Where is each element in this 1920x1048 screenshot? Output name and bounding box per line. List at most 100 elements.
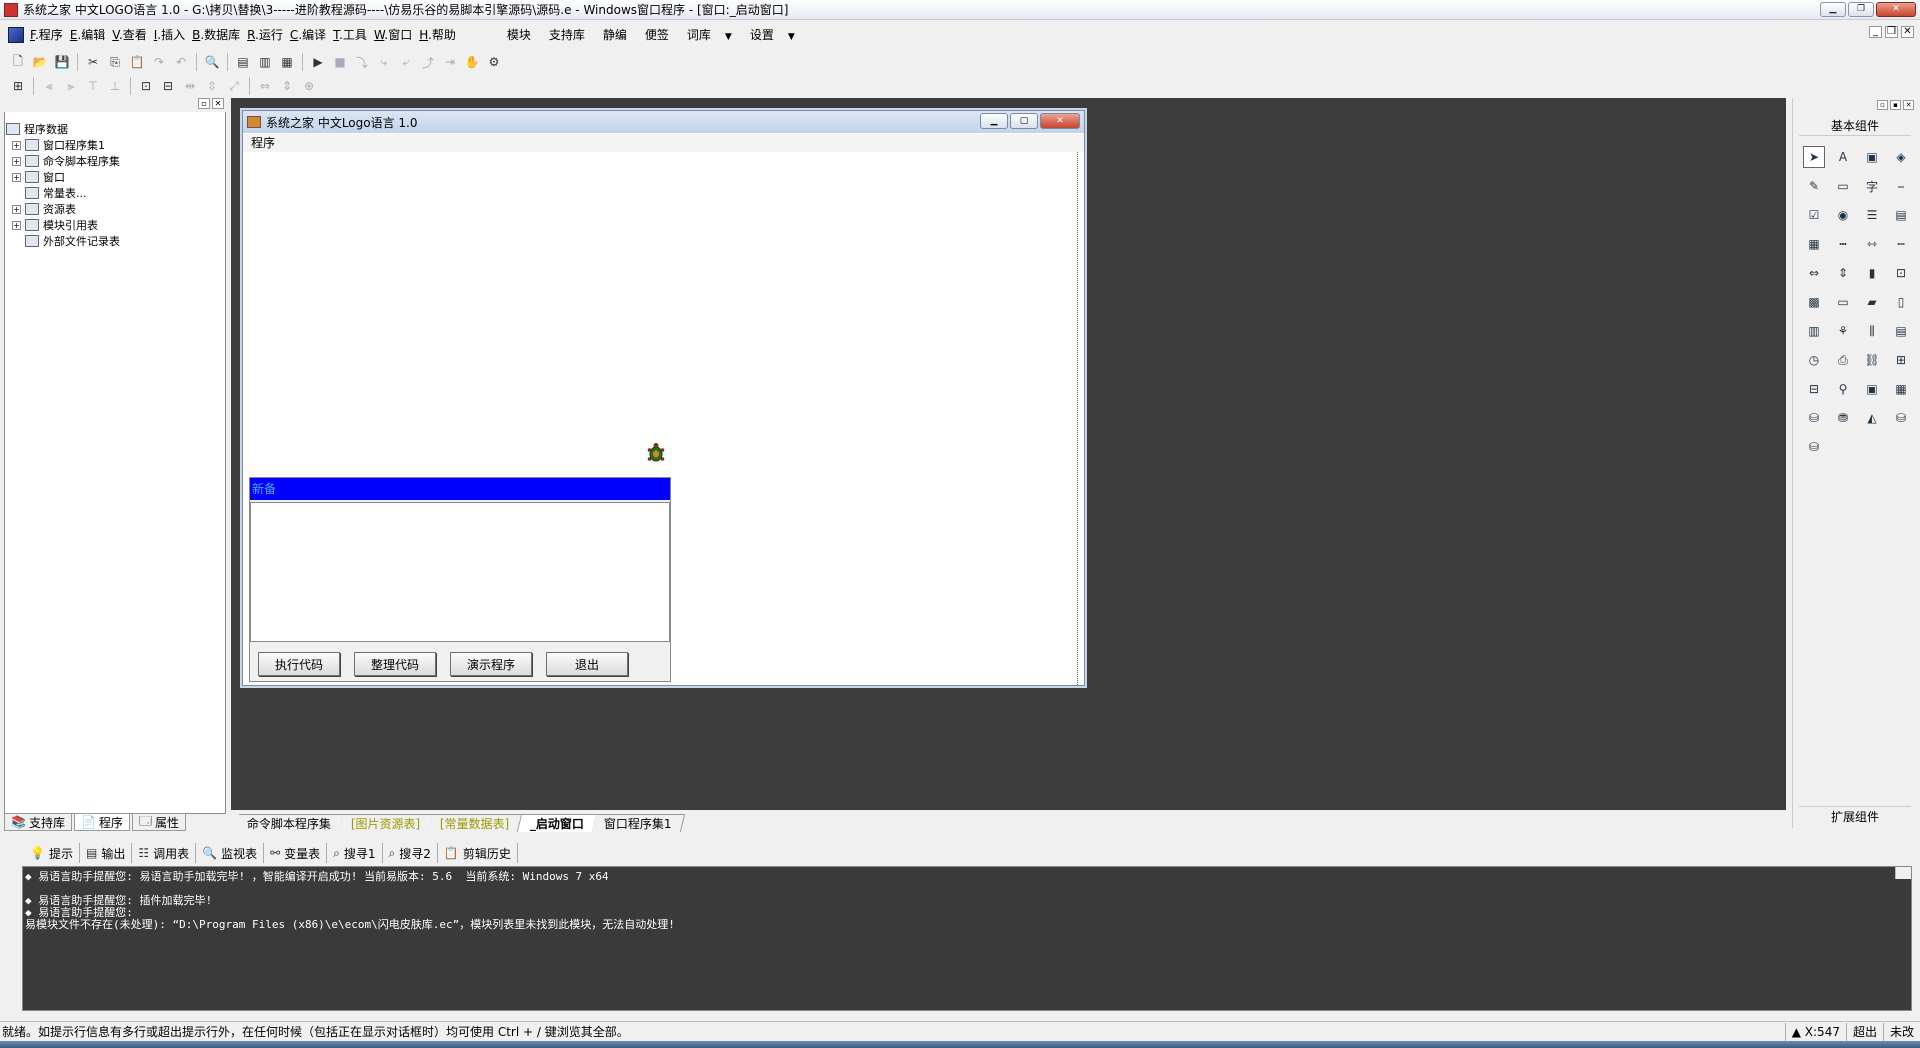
- tab-window-assembly[interactable]: 窗口程序集1: [591, 814, 685, 832]
- stop-icon[interactable]: ■: [330, 52, 350, 72]
- open-folder-icon[interactable]: 📂: [30, 52, 50, 72]
- textbox-icon[interactable]: ▭: [1832, 291, 1854, 313]
- printer-icon[interactable]: ⎙: [1832, 349, 1854, 371]
- tree-item-external-files[interactable]: 外部文件记录表: [6, 233, 120, 249]
- menu-dictionary[interactable]: 词库 ▼: [687, 26, 750, 43]
- network-icon[interactable]: ⛓: [1861, 349, 1883, 371]
- panel-icon[interactable]: ▣: [1861, 378, 1883, 400]
- tab-startup-window[interactable]: _启动窗口: [517, 814, 598, 832]
- ruler-icon[interactable]: ┅: [1832, 233, 1854, 255]
- step-out-icon[interactable]: ⤴: [418, 52, 438, 72]
- output-log[interactable]: ◆ 易语言助手提醒您: 易语言助手加载完毕! ，智能编译开启成功! 当前易版本:…: [22, 866, 1912, 1011]
- form-menu-program[interactable]: 程序: [243, 134, 1084, 152]
- tab-constant-table[interactable]: [常量数据表]: [428, 814, 524, 832]
- tree-item-constants[interactable]: 常量表...: [6, 185, 120, 201]
- tab-output[interactable]: ▤ 输出: [80, 843, 133, 863]
- client-icon[interactable]: ⊞: [1890, 349, 1912, 371]
- menu-settings[interactable]: 设置 ▼: [750, 26, 813, 43]
- same-height-icon[interactable]: ⇳: [202, 76, 222, 96]
- menu-support-lib[interactable]: 支持库: [549, 26, 603, 43]
- save-icon[interactable]: 💾: [52, 52, 72, 72]
- menu-notes[interactable]: 便签: [645, 26, 687, 43]
- edit-icon[interactable]: ✎: [1803, 175, 1825, 197]
- pointer-icon[interactable]: ➤: [1803, 146, 1825, 168]
- expand-icon[interactable]: +: [12, 204, 21, 214]
- paste-icon[interactable]: 📋: [127, 52, 147, 72]
- output-scrollbar[interactable]: [1895, 867, 1911, 879]
- center-h-icon[interactable]: ⊡: [136, 76, 156, 96]
- tab-properties[interactable]: 🗔 属性: [131, 813, 186, 831]
- align-top-icon[interactable]: ⊤: [83, 76, 103, 96]
- palette-pin-icon[interactable]: ▪: [1890, 100, 1901, 110]
- tree-item-program-data[interactable]: 程序数据: [6, 121, 120, 137]
- calendar-icon[interactable]: ▩: [1803, 291, 1825, 313]
- menu-window[interactable]: W.窗口: [374, 26, 419, 43]
- form-close-button[interactable]: ✕: [1040, 113, 1080, 129]
- picture-icon[interactable]: ▣: [1861, 146, 1883, 168]
- step-icon[interactable]: ⤵: [352, 52, 372, 72]
- mdi-restore-button[interactable]: ❐: [1885, 26, 1898, 38]
- folder-icon[interactable]: ▰: [1861, 291, 1883, 313]
- tree-icon[interactable]: ⚘: [1832, 320, 1854, 342]
- step-over-icon[interactable]: ⤶: [396, 52, 416, 72]
- align-bottom-icon[interactable]: ⊥: [105, 76, 125, 96]
- tab-hint[interactable]: 💡 提示: [24, 843, 80, 863]
- expand-icon[interactable]: +: [12, 220, 21, 230]
- code-list-box[interactable]: [250, 502, 670, 642]
- checkbox-icon[interactable]: ☑: [1803, 204, 1825, 226]
- tree-item-window[interactable]: + 窗口: [6, 169, 120, 185]
- db-icon[interactable]: ⛃: [1832, 407, 1854, 429]
- vscroll-icon[interactable]: ⇕: [1832, 262, 1854, 284]
- menu-tools[interactable]: T.工具: [333, 26, 374, 43]
- toolbar-icon[interactable]: ▥: [1803, 320, 1825, 342]
- extended-components-header[interactable]: 扩展组件: [1799, 806, 1911, 826]
- mdi-close-button[interactable]: ✕: [1901, 26, 1914, 38]
- menu-database[interactable]: B.数据库: [192, 26, 247, 43]
- menu-static-compile[interactable]: 静编: [603, 26, 645, 43]
- format-code-button[interactable]: 整理代码: [354, 652, 436, 676]
- port-icon[interactable]: ⚲: [1832, 378, 1854, 400]
- tools-icon[interactable]: ⚙: [484, 52, 504, 72]
- odbc2-icon[interactable]: ⛁: [1803, 436, 1825, 458]
- menu-module[interactable]: 模块: [507, 26, 549, 43]
- menu-insert[interactable]: I.插入: [154, 26, 192, 43]
- center-v-icon[interactable]: ⊟: [158, 76, 178, 96]
- mdi-minimize-button[interactable]: _: [1869, 26, 1882, 38]
- panel-pin-icon[interactable]: ▫: [198, 98, 210, 109]
- run-icon[interactable]: ▶: [308, 52, 328, 72]
- split-icon[interactable]: ⫼: [1861, 320, 1883, 342]
- redo-icon[interactable]: ↷: [149, 52, 169, 72]
- same-width-icon[interactable]: ⇹: [180, 76, 200, 96]
- hscroll-icon[interactable]: ⇔: [1803, 262, 1825, 284]
- demo-program-button[interactable]: 演示程序: [450, 652, 532, 676]
- form-maximize-button[interactable]: ▢: [1010, 113, 1038, 129]
- tab-clip-history[interactable]: 📋 剪辑历史: [438, 843, 518, 863]
- panel-close-icon[interactable]: ✕: [212, 98, 224, 109]
- scrollbar-icon[interactable]: ┉: [1890, 233, 1912, 255]
- progress-icon[interactable]: ▮: [1861, 262, 1883, 284]
- tab-watch[interactable]: 🔍 监视表: [196, 843, 265, 863]
- combobox-icon[interactable]: ▤: [1890, 204, 1912, 226]
- slider-icon[interactable]: ⇿: [1861, 233, 1883, 255]
- grid-icon[interactable]: ⊞: [8, 76, 28, 96]
- exit-button[interactable]: 退出: [546, 652, 628, 676]
- frame-icon[interactable]: ▭: [1832, 175, 1854, 197]
- document-icon[interactable]: ▯: [1890, 291, 1912, 313]
- layout3-icon[interactable]: ▦: [277, 52, 297, 72]
- tree-item-modules[interactable]: + 模块引用表: [6, 217, 120, 233]
- tab-script-assembly[interactable]: 命令脚本程序集: [234, 814, 345, 832]
- expand-icon[interactable]: +: [12, 140, 21, 150]
- image-list-icon[interactable]: ▤: [1890, 320, 1912, 342]
- radio-icon[interactable]: ◉: [1832, 204, 1854, 226]
- step-into-icon[interactable]: ⤷: [374, 52, 394, 72]
- align-left-icon[interactable]: ⫷: [39, 76, 59, 96]
- form-titlebar[interactable]: 系统之家 中文Logo语言 1.0: [243, 111, 1084, 133]
- menu-compile[interactable]: C.编译: [290, 26, 333, 43]
- same-size-icon[interactable]: ⤢: [224, 76, 244, 96]
- tab-variables[interactable]: ⚯ 变量表: [264, 843, 328, 863]
- close-button[interactable]: ✕: [1876, 2, 1916, 17]
- menu-program[interactable]: F.程序: [30, 26, 70, 43]
- basic-components-header[interactable]: 基本组件: [1799, 116, 1911, 136]
- layout1-icon[interactable]: ▤: [233, 52, 253, 72]
- tab-call-stack[interactable]: ☷ 调用表: [132, 843, 197, 863]
